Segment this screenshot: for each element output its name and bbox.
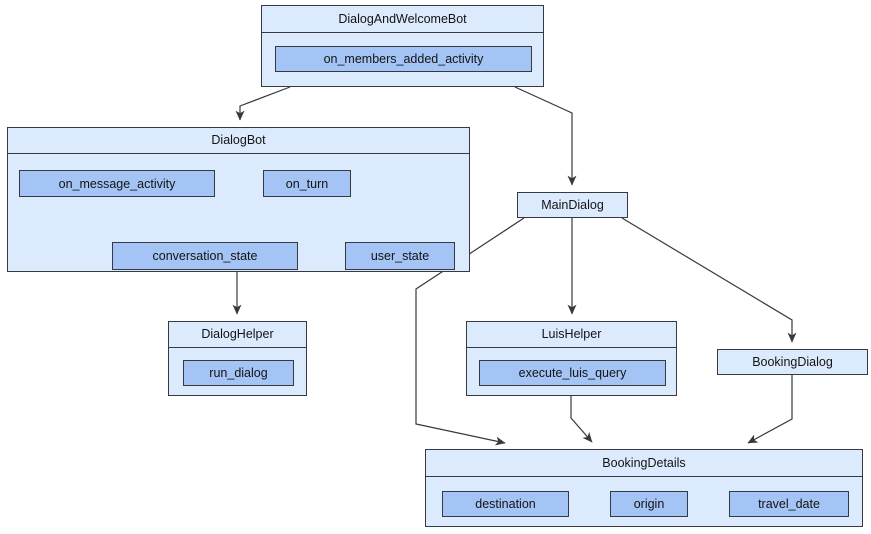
class-diagram-canvas: DialogAndWelcomeBot on_members_added_acti… — [0, 0, 871, 534]
class-node-body-dialog_bot: on_message_activity on_turn conversation_s… — [8, 154, 469, 271]
class-node-title-dialog_and_welcome_bot: DialogAndWelcomeBot — [262, 6, 543, 33]
class-node-title-booking_dialog: BookingDialog — [752, 354, 833, 369]
edge-welcomebot-to-maindialog — [514, 86, 577, 186]
class-member-on_members_added_activity[interactable]: on_members_added_activity — [275, 46, 532, 72]
class-node-dialog_and_welcome_bot[interactable]: DialogAndWelcomeBot on_members_added_acti… — [261, 5, 544, 87]
class-member-on_turn[interactable]: on_turn — [263, 170, 351, 197]
class-node-body-dialog_and_welcome_bot: on_members_added_activity — [262, 33, 543, 86]
edge-welcomebot-to-dialogbot — [235, 86, 291, 121]
class-member-execute_luis_query[interactable]: execute_luis_query — [479, 360, 666, 386]
edge-bookingdialog-to-bookingdetails — [747, 375, 793, 444]
class-node-booking_dialog[interactable]: BookingDialog — [717, 349, 868, 375]
class-member-destination[interactable]: destination — [442, 491, 569, 517]
class-member-origin[interactable]: origin — [610, 491, 688, 517]
class-node-title-luis_helper: LuisHelper — [467, 322, 676, 348]
class-node-title-booking_details: BookingDetails — [426, 450, 862, 477]
class-node-body-dialog_helper: run_dialog — [169, 348, 306, 395]
class-node-luis_helper[interactable]: LuisHelper execute_luis_query — [466, 321, 677, 396]
class-node-title-dialog_helper: DialogHelper — [169, 322, 306, 348]
class-node-title-dialog_bot: DialogBot — [8, 128, 469, 154]
class-node-dialog_bot[interactable]: DialogBot on_message_activity on_turnconve… — [7, 127, 470, 272]
class-member-run_dialog[interactable]: run_dialog — [183, 360, 294, 386]
class-member-conversation_state[interactable]: conversation_state — [112, 242, 298, 270]
class-member-travel_date[interactable]: travel_date — [729, 491, 849, 517]
class-node-dialog_helper[interactable]: DialogHelper run_dialog — [168, 321, 307, 396]
class-node-body-luis_helper: execute_luis_query — [467, 348, 676, 395]
class-node-body-booking_details: destination origin travel_date — [426, 477, 862, 526]
class-node-title-main_dialog: MainDialog — [541, 197, 604, 212]
class-member-user_state[interactable]: user_state — [345, 242, 455, 270]
class-node-main_dialog[interactable]: MainDialog — [517, 192, 628, 218]
edge-luishelper-to-bookingdetails — [570, 396, 593, 443]
class-member-on_message_activity[interactable]: on_message_activity — [19, 170, 215, 197]
class-node-booking_details[interactable]: BookingDetails destination origin travel_da… — [425, 449, 863, 527]
